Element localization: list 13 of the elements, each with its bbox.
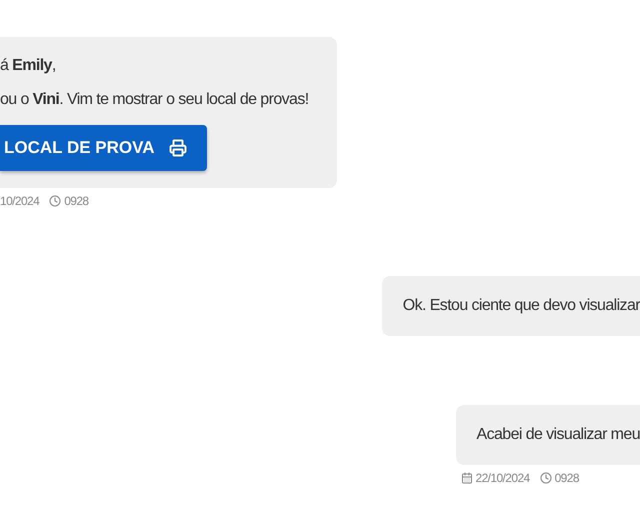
message-text: Acabei de visualizar meu	[476, 426, 640, 444]
message-text: á Emily,	[0, 57, 57, 75]
local-de-prova-button[interactable]: LOCAL DE PROVA	[0, 125, 206, 171]
message-date: 10/2024	[0, 194, 40, 208]
message-date: 22/10/2024	[476, 471, 530, 485]
calendar-icon	[460, 472, 473, 484]
message-text: Ok. Estou ciente que devo visualizar	[402, 297, 640, 315]
message-text: ou o Vini. Vim te mostrar o seu local de provas!	[0, 91, 310, 109]
message-time: 0928	[554, 471, 579, 485]
message-time: 0928	[64, 194, 88, 208]
printer-icon	[168, 139, 186, 157]
clock-icon	[540, 472, 552, 484]
clock-icon	[49, 195, 62, 207]
